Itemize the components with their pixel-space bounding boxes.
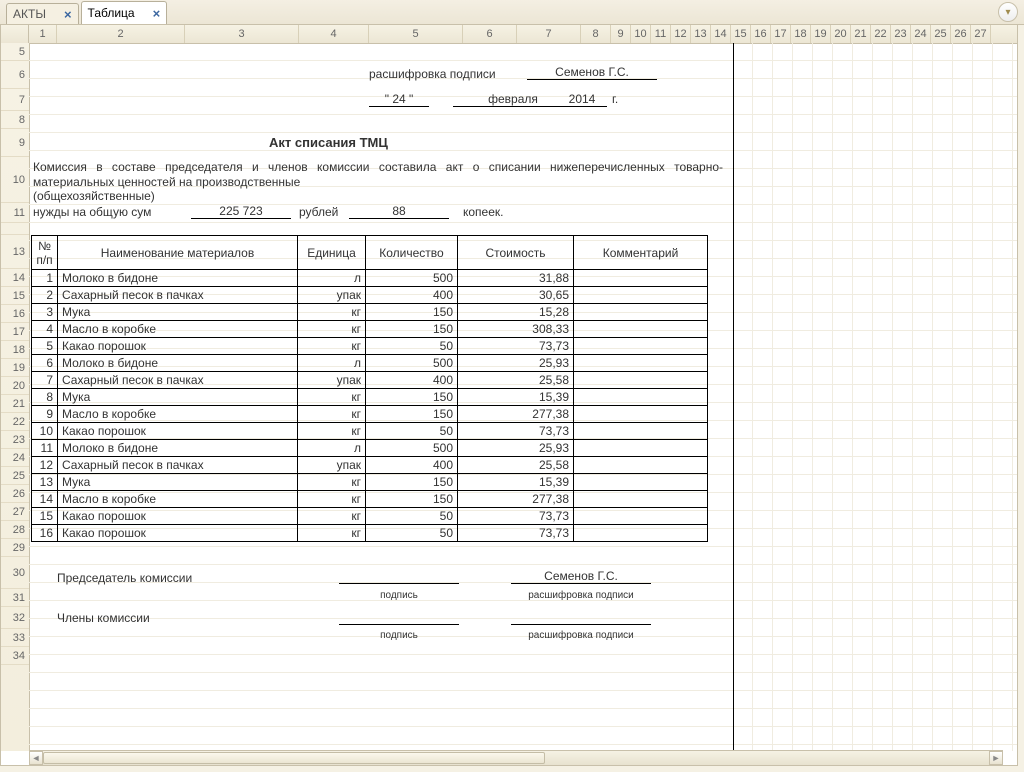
- col-header[interactable]: 4: [299, 25, 369, 43]
- row-header[interactable]: 34: [1, 647, 29, 665]
- close-icon[interactable]: ×: [153, 7, 161, 20]
- column-headers: 1234567891011121314151617181920212223242…: [1, 25, 1017, 44]
- row-header[interactable]: 26: [1, 485, 29, 503]
- row-header[interactable]: 20: [1, 377, 29, 395]
- row-header[interactable]: 32: [1, 607, 29, 629]
- col-header[interactable]: 18: [791, 25, 811, 43]
- table-row: 16Какао порошоккг5073,73: [32, 525, 708, 542]
- table-row: 15Какао порошоккг5073,73: [32, 508, 708, 525]
- table-row: 4Масло в коробкекг150308,33: [32, 321, 708, 338]
- col-header[interactable]: 3: [185, 25, 299, 43]
- table-row: 3Мукакг15015,28: [32, 304, 708, 321]
- row-header[interactable]: 8: [1, 111, 29, 129]
- tab-acts[interactable]: АКТЫ ×: [6, 3, 79, 24]
- col-header[interactable]: 6: [463, 25, 517, 43]
- tab-label: АКТЫ: [13, 7, 46, 21]
- row-header[interactable]: 22: [1, 413, 29, 431]
- row-header[interactable]: 18: [1, 341, 29, 359]
- row-header[interactable]: 15: [1, 287, 29, 305]
- col-header[interactable]: 27: [971, 25, 991, 43]
- row-header[interactable]: 24: [1, 449, 29, 467]
- table-row: 12Сахарный песок в пачкахупак40025,58: [32, 457, 708, 474]
- col-header[interactable]: 2: [57, 25, 185, 43]
- col-header[interactable]: 12: [671, 25, 691, 43]
- row-header[interactable]: 25: [1, 467, 29, 485]
- grid-area[interactable]: расшифровка подписиСеменов Г.С." 24 "фев…: [29, 43, 1017, 751]
- col-header[interactable]: 7: [517, 25, 581, 43]
- row-header[interactable]: 19: [1, 359, 29, 377]
- col-header[interactable]: 5: [369, 25, 463, 43]
- scroll-left-icon[interactable]: ◄: [29, 751, 43, 765]
- table-row: 8Мукакг15015,39: [32, 389, 708, 406]
- col-header[interactable]: 11: [651, 25, 671, 43]
- scroll-track[interactable]: [43, 751, 989, 765]
- table-row: 5Какао порошоккг5073,73: [32, 338, 708, 355]
- table-row: 13Мукакг15015,39: [32, 474, 708, 491]
- col-header[interactable]: 23: [891, 25, 911, 43]
- row-header[interactable]: 7: [1, 89, 29, 111]
- row-header[interactable]: 16: [1, 305, 29, 323]
- row-header[interactable]: 14: [1, 269, 29, 287]
- col-header[interactable]: 25: [931, 25, 951, 43]
- row-header[interactable]: 11: [1, 203, 29, 223]
- col-header[interactable]: 13: [691, 25, 711, 43]
- table-row: 14Масло в коробкекг150277,38: [32, 491, 708, 508]
- row-header[interactable]: 10: [1, 157, 29, 203]
- corner-cell[interactable]: [1, 25, 29, 43]
- row-header[interactable]: 29: [1, 539, 29, 557]
- table-row: 9Масло в коробкекг150277,38: [32, 406, 708, 423]
- table-row: 7Сахарный песок в пачкахупак40025,58: [32, 372, 708, 389]
- row-header[interactable]: 28: [1, 521, 29, 539]
- col-header[interactable]: 10: [631, 25, 651, 43]
- col-header[interactable]: 21: [851, 25, 871, 43]
- row-header[interactable]: 9: [1, 129, 29, 157]
- close-icon[interactable]: ×: [64, 8, 72, 21]
- col-header[interactable]: 16: [751, 25, 771, 43]
- table-row: 1Молоко в бидонел50031,88: [32, 270, 708, 287]
- row-header[interactable]: 31: [1, 589, 29, 607]
- row-header[interactable]: 30: [1, 557, 29, 589]
- row-header[interactable]: 13: [1, 235, 29, 269]
- table-row: 2Сахарный песок в пачкахупак40030,65: [32, 287, 708, 304]
- tab-label: Таблица: [88, 6, 135, 20]
- col-header[interactable]: 9: [611, 25, 631, 43]
- scroll-right-icon[interactable]: ►: [989, 751, 1003, 765]
- table-row: 6Молоко в бидонел50025,93: [32, 355, 708, 372]
- tab-bar: АКТЫ × Таблица × ▾: [0, 0, 1024, 25]
- row-header[interactable]: 21: [1, 395, 29, 413]
- col-header[interactable]: 1: [29, 25, 57, 43]
- table-row: 11Молоко в бидонел50025,93: [32, 440, 708, 457]
- col-header[interactable]: 8: [581, 25, 611, 43]
- col-header[interactable]: 26: [951, 25, 971, 43]
- col-header[interactable]: 17: [771, 25, 791, 43]
- col-header[interactable]: 15: [731, 25, 751, 43]
- materials-table: № п/пНаименование материаловЕдиницаКолич…: [31, 235, 708, 542]
- row-headers: 5678910111314151617181920212223242526272…: [1, 43, 30, 751]
- row-header[interactable]: 23: [1, 431, 29, 449]
- col-header[interactable]: 24: [911, 25, 931, 43]
- row-header[interactable]: 5: [1, 43, 29, 61]
- row-header[interactable]: 27: [1, 503, 29, 521]
- overflow-button[interactable]: ▾: [998, 2, 1018, 22]
- tab-table[interactable]: Таблица ×: [81, 1, 168, 24]
- table-row: 10Какао порошоккг5073,73: [32, 423, 708, 440]
- col-header[interactable]: 19: [811, 25, 831, 43]
- col-header[interactable]: 14: [711, 25, 731, 43]
- scroll-thumb[interactable]: [43, 752, 545, 764]
- col-header[interactable]: 20: [831, 25, 851, 43]
- row-header[interactable]: [1, 223, 29, 235]
- row-header[interactable]: 17: [1, 323, 29, 341]
- col-header[interactable]: 22: [871, 25, 891, 43]
- horizontal-scrollbar[interactable]: ◄ ►: [29, 750, 1003, 765]
- row-header[interactable]: 33: [1, 629, 29, 647]
- row-header[interactable]: 6: [1, 61, 29, 89]
- spreadsheet: 1234567891011121314151617181920212223242…: [0, 24, 1018, 766]
